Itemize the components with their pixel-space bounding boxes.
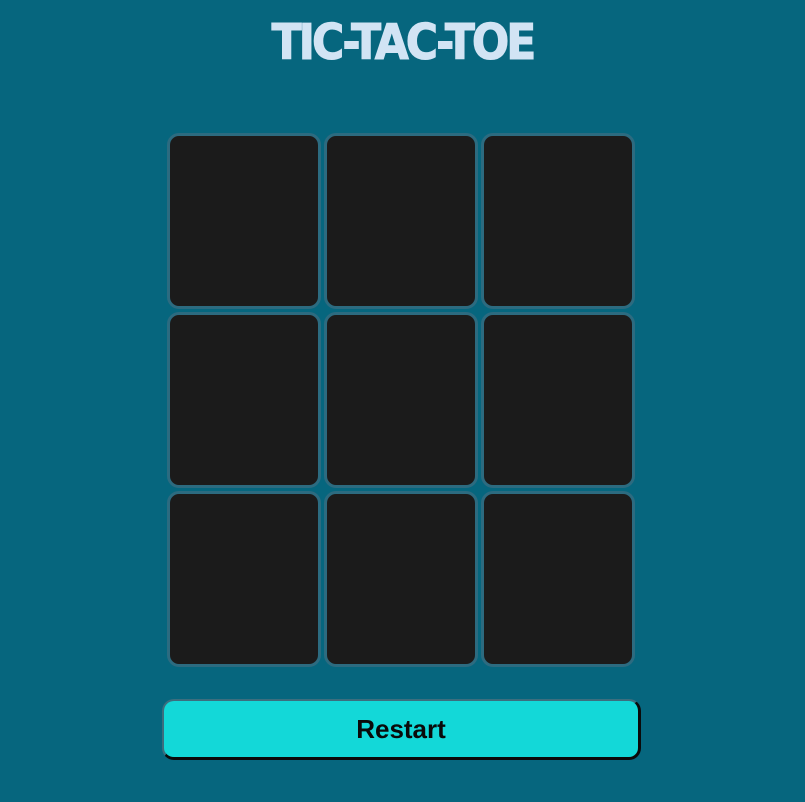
restart-button[interactable]: Restart: [162, 699, 641, 760]
board-cell-1[interactable]: [167, 133, 321, 309]
board-cell-3[interactable]: [481, 133, 635, 309]
board-cell-7[interactable]: [167, 491, 321, 667]
game-board: [167, 133, 635, 668]
board-cell-8[interactable]: [324, 491, 478, 667]
board-cell-6[interactable]: [481, 312, 635, 488]
board-cell-2[interactable]: [324, 133, 478, 309]
board-cell-4[interactable]: [167, 312, 321, 488]
board-cell-5[interactable]: [324, 312, 478, 488]
board-cell-9[interactable]: [481, 491, 635, 667]
game-title: TIC-TAC-TOE: [271, 13, 537, 72]
